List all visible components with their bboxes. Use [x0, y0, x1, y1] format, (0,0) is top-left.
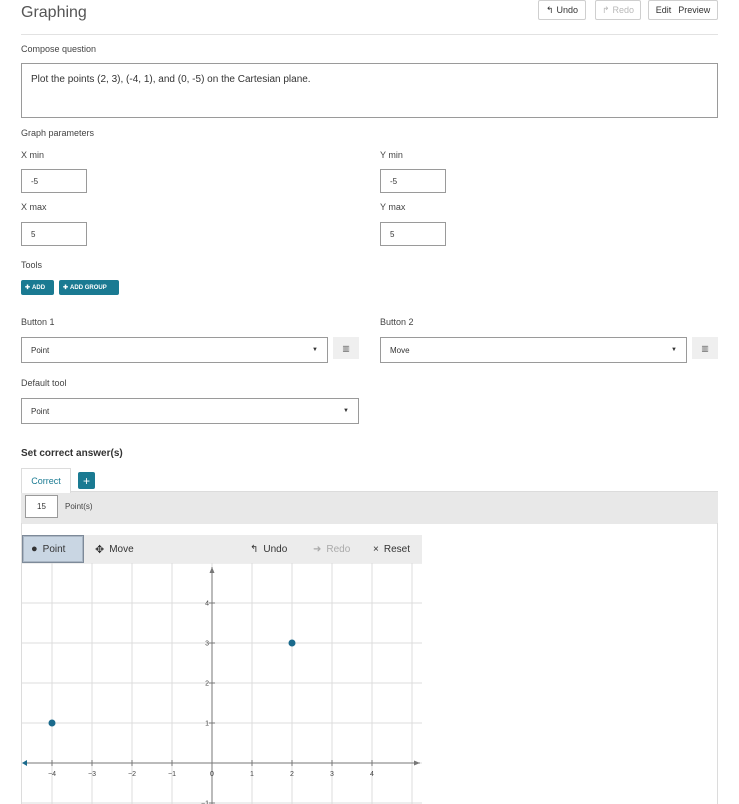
add-label: ADD	[32, 284, 46, 291]
ymax-input[interactable]: 5	[380, 222, 446, 246]
page-title: Graphing	[21, 4, 87, 21]
ymin-input[interactable]: -5	[380, 169, 446, 193]
redo-icon: ↱	[601, 4, 610, 15]
delete-button1-button[interactable]: ▥	[333, 337, 359, 359]
graph-undo-label: Undo	[263, 543, 288, 555]
x-axis-left-marker	[22, 760, 27, 766]
x-tick-label: 3	[330, 771, 334, 778]
answer-options-bar	[21, 491, 718, 524]
x-tick-label: 0	[210, 771, 214, 778]
move-icon: ✥	[95, 543, 105, 556]
close-icon: ×	[373, 543, 379, 555]
chevron-down-icon: ▼	[343, 408, 349, 414]
points-label: Point(s)	[65, 502, 93, 511]
x-axis-arrow	[414, 760, 420, 766]
button1-select[interactable]: Point ▼	[21, 337, 328, 363]
move-tool-button[interactable]: ✥ Move	[95, 535, 134, 563]
plus-icon: +	[82, 473, 90, 488]
header-divider	[21, 34, 718, 35]
plotted-point	[288, 639, 296, 647]
xmin-label: X min	[21, 150, 45, 160]
compose-question-label: Compose question	[21, 44, 97, 54]
x-tick-label: −4	[48, 771, 56, 778]
undo-icon: ↰	[250, 543, 259, 555]
add-button[interactable]: ✚ ADD	[21, 280, 54, 295]
graph-reset-label: Reset	[383, 543, 410, 555]
y-tick-label: 4	[205, 601, 209, 608]
y-tick-label: −1	[201, 801, 209, 804]
graph-redo-label: Redo	[326, 543, 351, 555]
y-tick-label: 1	[205, 721, 209, 728]
edit-tab[interactable]: Edit	[656, 5, 672, 15]
redo-icon: ➜	[313, 543, 322, 555]
tools-label: Tools	[21, 260, 43, 270]
x-tick-label: −2	[128, 771, 136, 778]
correct-answers-title: Set correct answer(s)	[21, 448, 123, 459]
undo-icon: ↰	[545, 4, 554, 15]
move-tool-label: Move	[109, 543, 134, 555]
trash-icon: ▥	[701, 343, 709, 353]
tab-correct[interactable]: Correct	[21, 468, 71, 493]
xmin-input[interactable]: -5	[21, 169, 87, 193]
point-tool-label: Point	[42, 543, 66, 555]
plotted-point	[48, 719, 56, 727]
default-tool-select[interactable]: Point ▼	[21, 398, 359, 424]
point-tool-button[interactable]: ● Point	[22, 535, 84, 563]
trash-icon: ▥	[342, 343, 350, 353]
button2-label: Button 2	[380, 317, 414, 327]
undo-button[interactable]: ↰ Undo	[538, 0, 586, 20]
y-axis-arrow	[209, 567, 215, 573]
question-text-field[interactable]: Plot the points (2, 3), (-4, 1), and (0,…	[21, 63, 718, 118]
add-alternate-answer-button[interactable]: +	[78, 472, 95, 489]
chevron-down-icon: ▼	[671, 347, 677, 353]
points-input[interactable]: 15	[25, 495, 58, 518]
y-tick-label: 3	[205, 641, 209, 648]
graph-undo-button[interactable]: ↰ Undo	[250, 535, 287, 563]
preview-tab[interactable]: Preview	[678, 5, 710, 15]
edit-preview-toggle[interactable]: Edit Preview	[648, 0, 718, 20]
graph-parameters-label: Graph parameters	[21, 128, 95, 138]
delete-button2-button[interactable]: ▥	[692, 337, 718, 359]
x-tick-label: −1	[168, 771, 176, 778]
xmax-input[interactable]: 5	[21, 222, 87, 246]
redo-label: Redo	[612, 5, 635, 15]
plus-icon: ✚	[25, 285, 31, 291]
redo-button[interactable]: ↱ Redo	[595, 0, 641, 20]
chevron-down-icon: ▼	[312, 347, 318, 353]
add-group-button[interactable]: ✚ ADD GROUP	[59, 280, 119, 295]
undo-label: Undo	[556, 5, 579, 15]
xmax-label: X max	[21, 202, 47, 212]
ymin-label: Y min	[380, 150, 403, 160]
dot-icon: ●	[31, 543, 38, 555]
graph-reset-button[interactable]: × Reset	[373, 535, 410, 563]
plus-icon: ✚	[63, 285, 69, 291]
coordinate-graph[interactable]: −4 −3 −2 −1 0 1 2 3 4 4 3 2 1 −1	[22, 563, 422, 804]
x-tick-label: 2	[290, 771, 294, 778]
button1-label: Button 1	[21, 317, 55, 327]
y-tick-label: 2	[205, 681, 209, 688]
default-tool-label: Default tool	[21, 378, 67, 388]
default-tool-value: Point	[31, 406, 50, 416]
x-tick-label: −3	[88, 771, 96, 778]
x-tick-label: 1	[250, 771, 254, 778]
ymax-label: Y max	[380, 202, 406, 212]
x-tick-label: 4	[370, 771, 374, 778]
button1-value: Point	[31, 345, 50, 355]
button2-value: Move	[390, 345, 410, 355]
button2-select[interactable]: Move ▼	[380, 337, 687, 363]
add-group-label: ADD GROUP	[70, 284, 107, 291]
graph-redo-button[interactable]: ➜ Redo	[313, 535, 350, 563]
